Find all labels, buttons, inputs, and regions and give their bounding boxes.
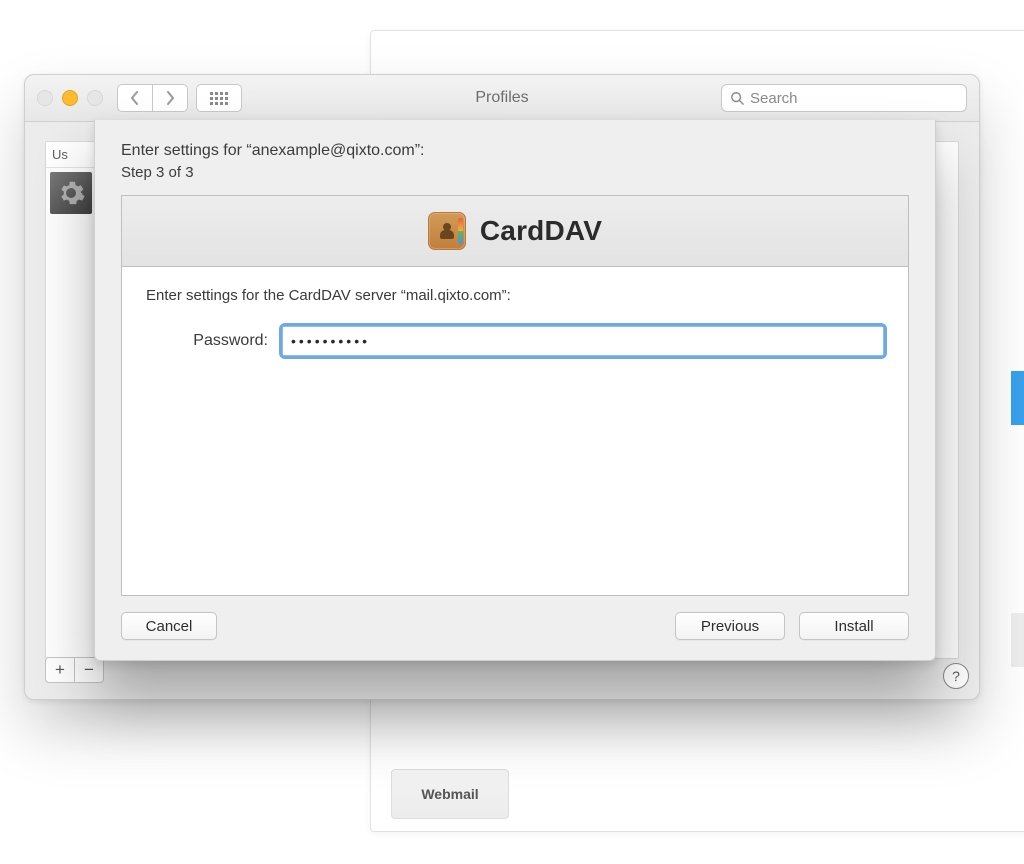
back-button[interactable]	[117, 84, 152, 112]
config-panel: CardDAV Enter settings for the CardDAV s…	[121, 195, 909, 596]
search-field-wrap[interactable]	[721, 84, 967, 112]
password-label: Password:	[146, 332, 268, 350]
webmail-label: Webmail	[421, 786, 478, 802]
background-item	[1011, 613, 1024, 667]
window-controls	[37, 90, 103, 106]
list-footer-buttons: + −	[45, 657, 104, 683]
previous-button[interactable]: Previous	[675, 612, 785, 640]
payload-title: CardDAV	[480, 215, 602, 247]
password-input[interactable]	[282, 326, 884, 356]
server-description: Enter settings for the CardDAV server “m…	[146, 287, 884, 304]
close-window-button[interactable]	[37, 90, 53, 106]
chevron-left-icon	[130, 91, 140, 105]
sheet-heading: Enter settings for “anexample@qixto.com”…	[121, 142, 909, 160]
cancel-button[interactable]: Cancel	[121, 612, 217, 640]
password-field-wrap	[282, 326, 884, 356]
password-row: Password:	[146, 326, 884, 356]
install-profile-sheet: Enter settings for “anexample@qixto.com”…	[94, 120, 936, 661]
show-all-prefs-button[interactable]	[196, 84, 242, 112]
add-profile-button[interactable]: +	[45, 657, 75, 683]
sheet-step: Step 3 of 3	[121, 164, 909, 181]
minimize-window-button[interactable]	[62, 90, 78, 106]
chevron-right-icon	[165, 91, 175, 105]
search-icon	[730, 91, 744, 105]
nav-buttons	[117, 84, 188, 112]
background-selected-item	[1011, 371, 1024, 425]
gear-icon	[56, 178, 86, 208]
grid-icon	[210, 92, 228, 105]
profile-item-icon[interactable]	[50, 172, 92, 214]
sheet-inner: Enter settings for “anexample@qixto.com”…	[95, 120, 935, 660]
webmail-button[interactable]: Webmail	[391, 769, 509, 819]
config-panel-body: Enter settings for the CardDAV server “m…	[122, 267, 908, 376]
forward-button[interactable]	[152, 84, 188, 112]
zoom-window-button[interactable]	[87, 90, 103, 106]
titlebar: Profiles	[25, 75, 979, 122]
sheet-button-bar: Cancel Previous Install	[121, 612, 909, 640]
help-button[interactable]: ?	[943, 663, 969, 689]
person-silhouette-icon	[440, 223, 454, 239]
search-input[interactable]	[744, 89, 958, 108]
install-button[interactable]: Install	[799, 612, 909, 640]
contacts-app-icon	[428, 212, 466, 250]
config-panel-header: CardDAV	[122, 196, 908, 267]
